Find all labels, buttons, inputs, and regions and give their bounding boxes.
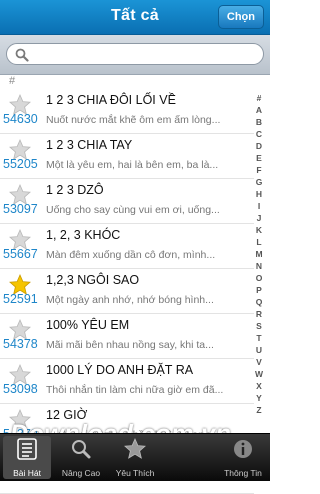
song-title: 1, 2, 3 KHÓC bbox=[46, 228, 121, 242]
tab-b-i-h-t[interactable]: Bài Hát bbox=[0, 434, 54, 481]
section-header-label: # bbox=[9, 75, 16, 87]
alphabet-index-letter[interactable]: O bbox=[252, 272, 266, 284]
tab-n-ng-cao[interactable]: Nâng Cao bbox=[54, 434, 108, 481]
song-lyric: Mãi mãi bên nhau nồng say, khi ta... bbox=[46, 339, 214, 351]
song-lyric: Một ngày anh nhớ, nhớ bóng hình... bbox=[46, 294, 214, 306]
section-header: # bbox=[0, 75, 270, 88]
alphabet-index-letter[interactable]: C bbox=[252, 128, 266, 140]
alphabet-index-letter[interactable]: U bbox=[252, 344, 266, 356]
song-lyric: Uống cho say cùng vui em ơi, uống... bbox=[46, 204, 220, 216]
alphabet-index-letter[interactable]: P bbox=[252, 284, 266, 296]
alphabet-index-letter[interactable]: D bbox=[252, 140, 266, 152]
song-code: 54630 bbox=[3, 112, 38, 126]
alphabet-index-letter[interactable]: L bbox=[252, 236, 266, 248]
song-code: 53097 bbox=[3, 202, 38, 216]
alphabet-index-letter[interactable]: Y bbox=[252, 392, 266, 404]
tab-label: Thông Tin bbox=[224, 468, 262, 478]
tab-y-u-th-ch[interactable]: Yêu Thích bbox=[108, 434, 162, 481]
tab-label: Nâng Cao bbox=[61, 468, 101, 478]
alphabet-index-letter[interactable]: K bbox=[252, 224, 266, 236]
song-row[interactable]: 1 2 3 CHIA ĐÔI LỐI VỀ 54630 Nuốt nước mắt … bbox=[0, 89, 254, 134]
search-icon bbox=[15, 48, 29, 67]
alphabet-index-letter[interactable]: S bbox=[252, 320, 266, 332]
alphabet-index-letter[interactable]: H bbox=[252, 188, 266, 200]
tab-label: Bài Hát bbox=[13, 468, 41, 478]
select-button[interactable]: Chọn bbox=[217, 5, 264, 29]
alphabet-index-letter[interactable]: Q bbox=[252, 296, 266, 308]
alphabet-index-letter[interactable]: B bbox=[252, 116, 266, 128]
song-row[interactable]: 1,2,3 NGÔI SAO 52591 Một ngày anh nhớ, nhớ… bbox=[0, 269, 254, 314]
alphabet-index-letter[interactable]: R bbox=[252, 308, 266, 320]
song-lyric: Một là yêu em, hai là bên em, ba là... bbox=[46, 159, 219, 171]
song-title: 100% YÊU EM bbox=[46, 318, 130, 332]
tab-th-ng-tin[interactable]: Thông Tin bbox=[216, 434, 270, 481]
alphabet-index[interactable]: # A B C D E F G H I J K L M N O P Q R S T U V W X Y Z bbox=[252, 92, 266, 416]
alphabet-index-letter[interactable]: I bbox=[252, 200, 266, 212]
song-title: 1 2 3 CHIA ĐÔI LỐI VỀ bbox=[46, 93, 176, 107]
tab-label: Yêu Thích bbox=[115, 468, 155, 478]
song-title: 1000 LÝ DO ANH ĐẶT RA bbox=[46, 363, 194, 377]
alphabet-index-letter[interactable]: M bbox=[252, 248, 266, 260]
song-row[interactable]: 1 2 3 CHIA TAY 55205 Một là yêu em, hai là… bbox=[0, 134, 254, 179]
alphabet-index-letter[interactable]: A bbox=[252, 104, 266, 116]
song-row[interactable]: 1000 LÝ DO ANH ĐẶT RA 53098 Thôi nhắn tin … bbox=[0, 359, 254, 404]
song-lyric: Thôi nhắn tin làm chi nữa giờ em đã... bbox=[46, 384, 224, 396]
alphabet-index-letter[interactable]: J bbox=[252, 212, 266, 224]
song-code: 54378 bbox=[3, 337, 38, 351]
search-icon bbox=[70, 438, 92, 465]
search-bar bbox=[0, 35, 270, 75]
song-row[interactable]: 1, 2, 3 KHÓC 55667 Màn đêm xuống dần cô đơ… bbox=[0, 224, 254, 269]
song-code: 55205 bbox=[3, 157, 38, 171]
search-input[interactable] bbox=[6, 43, 264, 65]
alphabet-index-letter[interactable]: Z bbox=[252, 404, 266, 416]
tab-bar: Bài Hát Nâng Cao Yêu Thích Thông Tin bbox=[0, 433, 270, 481]
alphabet-index-letter[interactable]: # bbox=[252, 92, 266, 104]
list-icon bbox=[16, 438, 38, 465]
song-code: 55667 bbox=[3, 247, 38, 261]
song-title: 1 2 3 CHIA TAY bbox=[46, 138, 133, 152]
song-lyric: Nuốt nước mắt khẽ ôm em ấm lòng... bbox=[46, 114, 221, 126]
song-title: 12 GIỜ bbox=[46, 408, 88, 422]
navigation-bar: Tất cả Chọn bbox=[0, 0, 270, 35]
alphabet-index-letter[interactable]: G bbox=[252, 176, 266, 188]
alphabet-index-letter[interactable]: N bbox=[252, 260, 266, 272]
alphabet-index-letter[interactable]: X bbox=[252, 380, 266, 392]
alphabet-index-letter[interactable]: V bbox=[252, 356, 266, 368]
tab-blank[interactable] bbox=[162, 434, 216, 481]
song-title: 1 2 3 DZÔ bbox=[46, 183, 104, 197]
alphabet-index-letter[interactable]: E bbox=[252, 152, 266, 164]
alphabet-index-letter[interactable]: T bbox=[252, 332, 266, 344]
alphabet-index-letter[interactable]: F bbox=[252, 164, 266, 176]
song-title: 1,2,3 NGÔI SAO bbox=[46, 273, 140, 287]
info-icon bbox=[232, 438, 254, 465]
song-row[interactable]: 100% YÊU EM 54378 Mãi mãi bên nhau nồng sa… bbox=[0, 314, 254, 359]
alphabet-index-letter[interactable]: W bbox=[252, 368, 266, 380]
song-code: 53098 bbox=[3, 382, 38, 396]
star-icon bbox=[124, 438, 146, 464]
song-code: 52591 bbox=[3, 292, 38, 306]
song-row[interactable]: 1 2 3 DZÔ 53097 Uống cho say cùng vui em ơ… bbox=[0, 179, 254, 224]
song-lyric: Màn đêm xuống dần cô đơn, mình... bbox=[46, 249, 216, 261]
